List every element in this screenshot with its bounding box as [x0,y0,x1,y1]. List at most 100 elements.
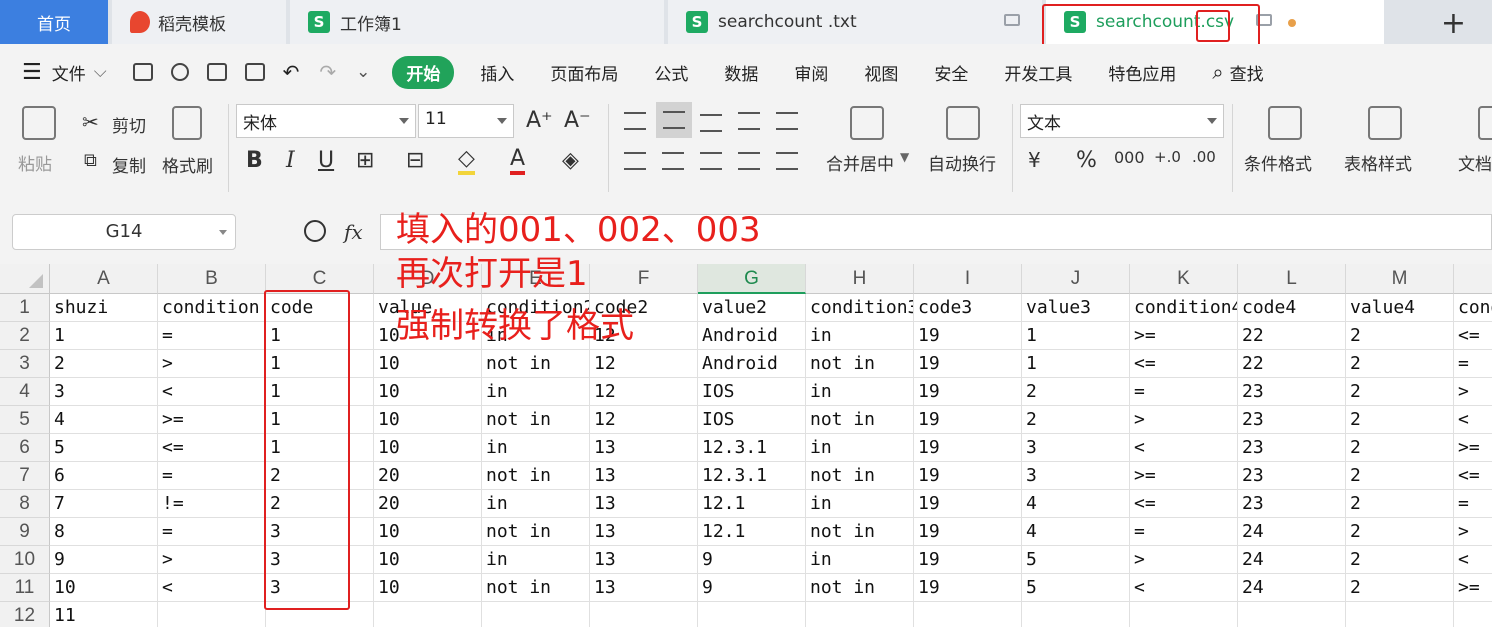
wrap-text-icon[interactable] [946,106,980,140]
number-format-select[interactable]: 文本 [1020,104,1224,138]
cell-A9[interactable]: 8 [50,518,158,546]
menu-data[interactable]: 数据 [724,60,758,85]
cell-L3[interactable]: 22 [1238,350,1346,378]
cell-D7[interactable]: 20 [374,462,482,490]
cell-B11[interactable]: < [158,574,266,602]
print-preview-icon[interactable] [244,63,265,81]
cell-F10[interactable]: 13 [590,546,698,574]
cell-J6[interactable]: 3 [1022,434,1130,462]
conditional-format-button[interactable]: 条件格式 [1244,150,1312,175]
cell-I12[interactable] [914,602,1022,627]
cell-J8[interactable]: 4 [1022,490,1130,518]
cell-A5[interactable]: 4 [50,406,158,434]
name-box[interactable]: G14 [12,214,236,250]
row-header[interactable]: 12 [0,602,50,627]
tab-docer[interactable]: 稻壳模板 [112,0,286,44]
cell-G12[interactable] [698,602,806,627]
cell-I6[interactable]: 19 [914,434,1022,462]
row-header[interactable]: 5 [0,406,50,434]
cell-A3[interactable]: 2 [50,350,158,378]
undo-icon[interactable]: ↶ [283,60,300,84]
underline-icon[interactable]: U [318,148,334,173]
cell-E7[interactable]: not in [482,462,590,490]
column-header-F[interactable]: F [590,264,698,294]
cell-H5[interactable]: not in [806,406,914,434]
table-style-button[interactable]: 表格样式 [1344,150,1412,175]
cell-N4[interactable]: > [1454,378,1492,406]
cell-B5[interactable]: >= [158,406,266,434]
column-header-K[interactable]: K [1130,264,1238,294]
cell-F8[interactable]: 13 [590,490,698,518]
cell-H7[interactable]: not in [806,462,914,490]
spreadsheet-grid[interactable]: ABCDEFGHIJKLMN1shuziconditioncodevalueco… [0,264,1492,627]
paste-icon[interactable] [22,106,56,140]
column-header-M[interactable]: M [1346,264,1454,294]
cell-B10[interactable]: > [158,546,266,574]
cell-D8[interactable]: 20 [374,490,482,518]
cell-I8[interactable]: 19 [914,490,1022,518]
cell-E3[interactable]: not in [482,350,590,378]
cell-J4[interactable]: 2 [1022,378,1130,406]
cell-A7[interactable]: 6 [50,462,158,490]
cell-N10[interactable]: < [1454,546,1492,574]
tab-workbook1[interactable]: S 工作簿1 [290,0,664,44]
cell-B4[interactable]: < [158,378,266,406]
cell-G11[interactable]: 9 [698,574,806,602]
cell-N11[interactable]: >= [1454,574,1492,602]
cell-K6[interactable]: < [1130,434,1238,462]
cell-K3[interactable]: <= [1130,350,1238,378]
cell-L2[interactable]: 22 [1238,322,1346,350]
cell-J5[interactable]: 2 [1022,406,1130,434]
cell-D9[interactable]: 10 [374,518,482,546]
format-painter-button[interactable]: 格式刷 [162,152,213,177]
cell-K12[interactable] [1130,602,1238,627]
cell-E4[interactable]: in [482,378,590,406]
tab-searchcount-txt[interactable]: S searchcount .txt [668,0,1042,44]
italic-icon[interactable]: I [286,148,295,173]
align-left-icon[interactable] [624,152,646,170]
cell-J11[interactable]: 5 [1022,574,1130,602]
cell-H3[interactable]: not in [806,350,914,378]
cell-G4[interactable]: IOS [698,378,806,406]
cell-D10[interactable]: 10 [374,546,482,574]
cell-A4[interactable]: 3 [50,378,158,406]
cell-L11[interactable]: 24 [1238,574,1346,602]
menu-review[interactable]: 审阅 [794,60,828,85]
cell-D6[interactable]: 10 [374,434,482,462]
cell-M1[interactable]: value4 [1346,294,1454,322]
cell-I11[interactable]: 19 [914,574,1022,602]
cell-H12[interactable] [806,602,914,627]
format-painter-icon[interactable] [172,106,202,140]
cell-L12[interactable] [1238,602,1346,627]
conditional-format-icon[interactable] [1268,106,1302,140]
row-header[interactable]: 3 [0,350,50,378]
cell-B2[interactable]: = [158,322,266,350]
align-middle-icon[interactable] [656,102,692,138]
cell-N2[interactable]: <= [1454,322,1492,350]
row-header[interactable]: 1 [0,294,50,322]
cell-D12[interactable] [374,602,482,627]
row-header[interactable]: 8 [0,490,50,518]
row-header[interactable]: 9 [0,518,50,546]
cell-D4[interactable]: 10 [374,378,482,406]
cell-D11[interactable]: 10 [374,574,482,602]
cell-E11[interactable]: not in [482,574,590,602]
doc-button[interactable]: 文档 [1458,150,1492,175]
cell-N3[interactable]: = [1454,350,1492,378]
cell-E9[interactable]: not in [482,518,590,546]
cell-A10[interactable]: 9 [50,546,158,574]
cell-D3[interactable]: 10 [374,350,482,378]
cell-J9[interactable]: 4 [1022,518,1130,546]
cell-B1[interactable]: condition [158,294,266,322]
cell-I7[interactable]: 19 [914,462,1022,490]
cell-B12[interactable] [158,602,266,627]
hamburger-icon[interactable]: ☰ [22,60,42,85]
row-header[interactable]: 6 [0,434,50,462]
thousands-icon[interactable]: 000 [1114,148,1145,167]
search-icon[interactable]: ⌕ [1212,60,1223,84]
cell-G10[interactable]: 9 [698,546,806,574]
menu-page-layout[interactable]: 页面布局 [550,60,618,85]
column-header-N[interactable]: N [1454,264,1492,294]
column-header-A[interactable]: A [50,264,158,294]
cell-L9[interactable]: 24 [1238,518,1346,546]
